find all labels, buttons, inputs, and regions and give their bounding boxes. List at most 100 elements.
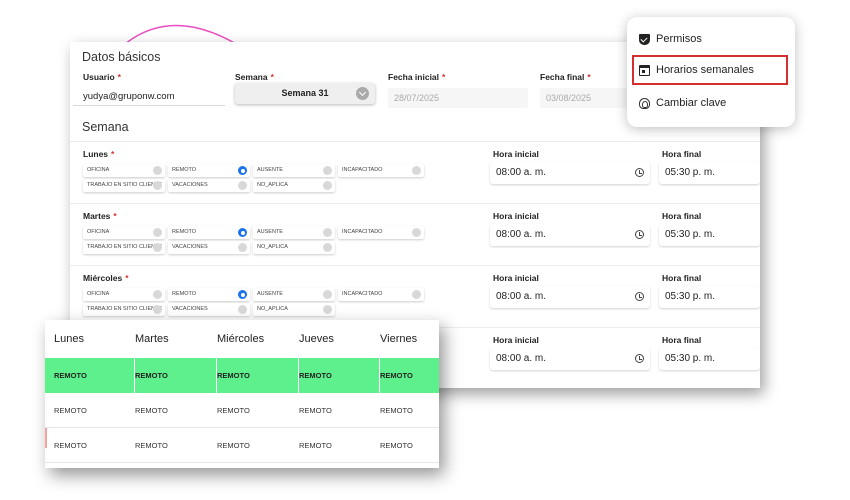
column-separator: [134, 358, 135, 393]
user-menu: Permisos Horarios semanales Cambiar clav…: [627, 17, 795, 127]
table-cell: REMOTO: [217, 371, 250, 380]
radio-selected-icon: [238, 228, 247, 237]
option-remoto[interactable]: REMOTO: [168, 288, 250, 301]
hora-inicial-field[interactable]: 08:00 a. m.: [490, 224, 650, 246]
column-separator: [379, 358, 380, 393]
radio-icon: [323, 243, 332, 252]
option-incapacitado[interactable]: INCAPACITADO: [338, 288, 424, 301]
table-cell: REMOTO: [54, 440, 87, 450]
radio-icon: [412, 228, 421, 237]
clock-icon: [635, 292, 644, 301]
radio-selected-icon: [238, 166, 247, 175]
menu-item-label: Horarios semanales: [656, 64, 754, 76]
table-header-cell: Miércoles: [217, 333, 265, 345]
chevron-down-icon: [356, 87, 369, 100]
table-row[interactable]: REMOTO REMOTO REMOTO REMOTO REMOTO: [45, 393, 439, 428]
day-row-martes: Martes * OFICINA REMOTO AUSENTE INCAPACIT…: [70, 203, 760, 265]
option-oficina[interactable]: OFICINA: [83, 226, 165, 239]
radio-icon: [153, 243, 162, 252]
table-row[interactable]: REMOTO REMOTO REMOTO REMOTO REMOTO: [45, 428, 439, 463]
section-title-week: Semana: [82, 120, 129, 134]
menu-item-label: Cambiar clave: [656, 97, 727, 109]
option-incapacitado[interactable]: INCAPACITADO: [338, 226, 424, 239]
table-cell: REMOTO: [299, 371, 332, 380]
radio-icon: [238, 243, 247, 252]
table-cell: REMOTO: [54, 371, 87, 380]
fecha-inicial-label: Fecha inicial *: [388, 72, 446, 82]
day-label: Miércoles *: [83, 273, 129, 283]
option-vacaciones[interactable]: VACACIONES: [168, 303, 250, 316]
shield-check-icon: [639, 33, 650, 45]
option-remoto[interactable]: REMOTO: [168, 164, 250, 177]
hora-final-field[interactable]: 05:30 p. m.: [659, 286, 760, 308]
option-ausente[interactable]: AUSENTE: [253, 288, 335, 301]
menu-item-label: Permisos: [656, 33, 702, 45]
option-trabajo-sitio[interactable]: TRABAJO EN SITIO CLIENTE: [83, 303, 165, 316]
table-header-row: Lunes Martes Miércoles Jueves Viernes: [45, 320, 439, 358]
usuario-field[interactable]: yudya@gruponw.com: [73, 87, 225, 106]
table-cell: REMOTO: [380, 405, 413, 415]
calendar-icon: [639, 64, 650, 76]
table-cell: REMOTO: [54, 405, 87, 415]
usuario-label: Usuario *: [83, 72, 121, 82]
radio-icon: [323, 290, 332, 299]
option-oficina[interactable]: OFICINA: [83, 164, 165, 177]
fecha-final-label: Fecha final *: [540, 72, 591, 82]
hora-final-field[interactable]: 05:30 p. m.: [659, 348, 760, 370]
column-separator: [298, 358, 299, 393]
hora-inicial-field[interactable]: 08:00 a. m.: [490, 162, 650, 184]
clock-icon: [635, 230, 644, 239]
table-header-cell: Lunes: [54, 333, 84, 345]
row-marker: [45, 428, 47, 448]
table-cell: REMOTO: [380, 371, 413, 380]
option-no-aplica[interactable]: NO_APLICA: [253, 303, 335, 316]
menu-item-horarios-semanales[interactable]: Horarios semanales: [632, 55, 788, 85]
clock-icon: [635, 354, 644, 363]
hora-final-label: Hora final: [662, 211, 702, 221]
radio-selected-icon: [238, 290, 247, 299]
hora-inicial-label: Hora inicial: [493, 273, 539, 283]
option-oficina[interactable]: OFICINA: [83, 288, 165, 301]
menu-item-permisos[interactable]: Permisos: [639, 27, 787, 51]
option-incapacitado[interactable]: INCAPACITADO: [338, 164, 424, 177]
hora-final-label: Hora final: [662, 335, 702, 345]
option-remoto[interactable]: REMOTO: [168, 226, 250, 239]
option-ausente[interactable]: AUSENTE: [253, 226, 335, 239]
radio-icon: [153, 305, 162, 314]
radio-icon: [153, 290, 162, 299]
hora-final-field[interactable]: 05:30 p. m.: [659, 162, 760, 184]
day-row-miercoles: Miércoles * OFICINA REMOTO AUSENTE INCAPA…: [70, 265, 760, 327]
option-no-aplica[interactable]: NO_APLICA: [253, 179, 335, 192]
option-ausente[interactable]: AUSENTE: [253, 164, 335, 177]
option-trabajo-sitio[interactable]: TRABAJO EN SITIO CLIENTE: [83, 241, 165, 254]
radio-icon: [153, 228, 162, 237]
weekly-summary-table: Lunes Martes Miércoles Jueves Viernes RE…: [45, 320, 439, 468]
table-header-cell: Jueves: [299, 333, 334, 345]
table-header-cell: Martes: [135, 333, 169, 345]
table-cell: REMOTO: [299, 440, 332, 450]
column-separator: [216, 358, 217, 393]
option-vacaciones[interactable]: VACACIONES: [168, 241, 250, 254]
radio-icon: [323, 181, 332, 190]
hora-final-label: Hora final: [662, 273, 702, 283]
radio-icon: [238, 181, 247, 190]
table-cell: REMOTO: [135, 371, 168, 380]
option-trabajo-sitio[interactable]: TRABAJO EN SITIO CLIENTE: [83, 179, 165, 192]
hora-final-field[interactable]: 05:30 p. m.: [659, 224, 760, 246]
radio-icon: [323, 305, 332, 314]
semana-select-value: Semana 31: [281, 88, 329, 98]
semana-select[interactable]: Semana 31: [235, 83, 375, 104]
option-vacaciones[interactable]: VACACIONES: [168, 179, 250, 192]
hora-inicial-label: Hora inicial: [493, 149, 539, 159]
table-header-cell: Viernes: [380, 333, 418, 345]
hora-inicial-field[interactable]: 08:00 a. m.: [490, 286, 650, 308]
radio-icon: [238, 305, 247, 314]
day-row-lunes: Lunes * OFICINA REMOTO AUSENTE INCAPACITA…: [70, 141, 760, 203]
fecha-inicial-field[interactable]: 28/07/2025: [388, 88, 528, 108]
clock-icon: [635, 168, 644, 177]
hora-inicial-field[interactable]: 08:00 a. m.: [490, 348, 650, 370]
menu-item-cambiar-clave[interactable]: Cambiar clave: [639, 91, 787, 115]
option-no-aplica[interactable]: NO_APLICA: [253, 241, 335, 254]
table-cell: REMOTO: [135, 440, 168, 450]
radio-icon: [153, 166, 162, 175]
